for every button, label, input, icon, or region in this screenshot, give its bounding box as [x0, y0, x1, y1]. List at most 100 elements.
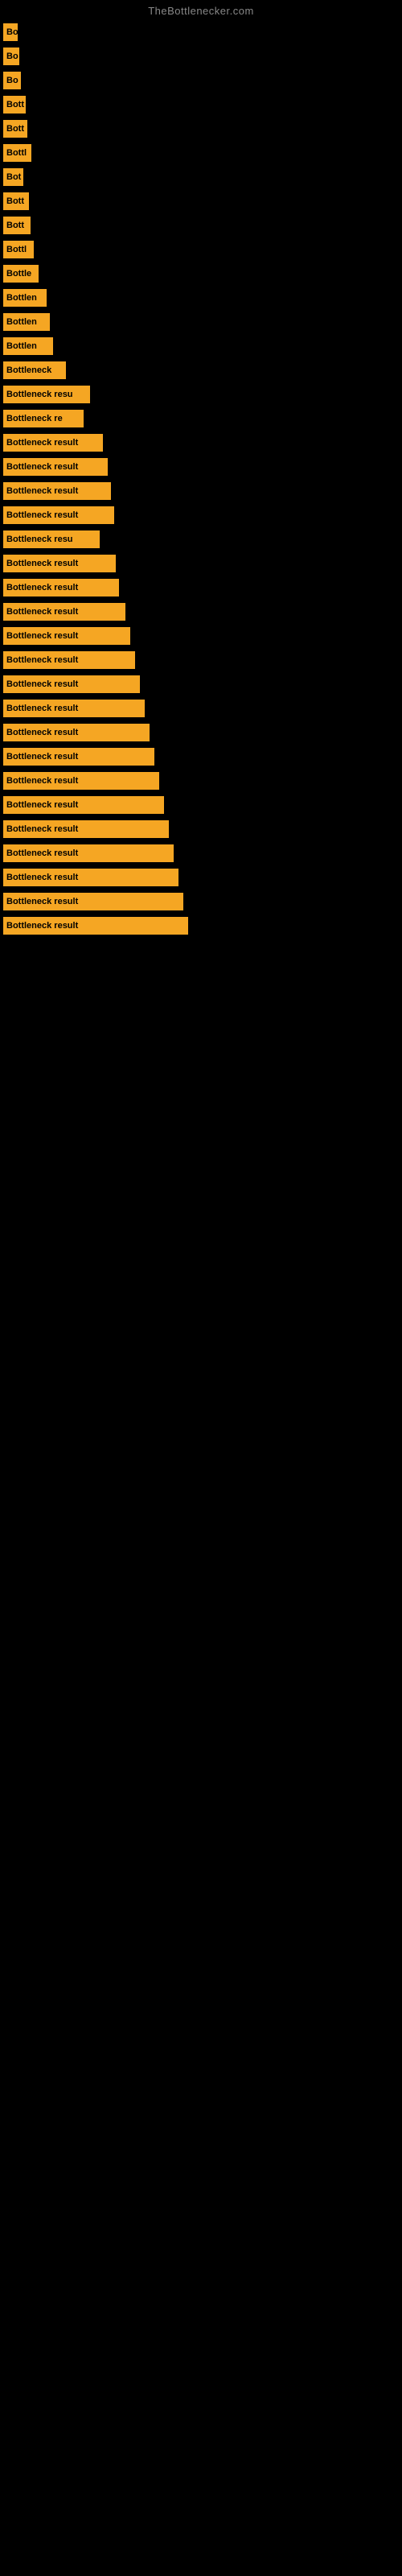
bars-container: Bo Bo Bo Bott Bott Bottl Bot Bott Bott Bottl Bottl…: [0, 20, 402, 938]
bar-8: Bott: [3, 217, 31, 234]
bar-17: Bottleneck result: [3, 434, 103, 452]
bar-row: Bottleneck result: [3, 793, 402, 817]
bar-label-28: Bottleneck result: [6, 704, 78, 713]
bar-label-10: Bottle: [6, 269, 31, 279]
bar-label-30: Bottleneck result: [6, 752, 78, 762]
bar-33: Bottleneck result: [3, 820, 169, 838]
bar-row: Bottl: [3, 237, 402, 262]
bar-21: Bottleneck resu: [3, 530, 100, 548]
bar-label-5: Bottl: [6, 148, 27, 158]
bar-23: Bottleneck result: [3, 579, 119, 597]
bar-label-13: Bottlen: [6, 341, 37, 351]
bar-label-2: Bo: [6, 76, 18, 85]
bar-row: Bottleneck result: [3, 720, 402, 745]
bar-31: Bottleneck result: [3, 772, 159, 790]
bar-row: Bott: [3, 117, 402, 141]
bar-row: Bott: [3, 93, 402, 117]
bar-label-24: Bottleneck result: [6, 607, 78, 617]
bar-label-26: Bottleneck result: [6, 655, 78, 665]
bar-row: Bottleneck result: [3, 503, 402, 527]
bar-20: Bottleneck result: [3, 506, 114, 524]
bar-row: Bottleneck: [3, 358, 402, 382]
bar-label-21: Bottleneck resu: [6, 535, 73, 544]
bar-18: Bottleneck result: [3, 458, 108, 476]
bar-row: Bo: [3, 68, 402, 93]
bar-15: Bottleneck resu: [3, 386, 90, 403]
bar-row: Bottleneck result: [3, 600, 402, 624]
bar-12: Bottlen: [3, 313, 50, 331]
bar-label-9: Bottl: [6, 245, 27, 254]
bar-32: Bottleneck result: [3, 796, 164, 814]
bar-label-34: Bottleneck result: [6, 848, 78, 858]
bar-row: Bottleneck result: [3, 455, 402, 479]
bar-row: Bottleneck result: [3, 841, 402, 865]
bar-row: Bottleneck re: [3, 407, 402, 431]
bar-0: Bo: [3, 23, 18, 41]
bar-row: Bottleneck result: [3, 769, 402, 793]
bar-label-16: Bottleneck re: [6, 414, 63, 423]
bar-22: Bottleneck result: [3, 555, 116, 572]
bar-2: Bo: [3, 72, 21, 89]
bar-label-31: Bottleneck result: [6, 776, 78, 786]
bar-label-23: Bottleneck result: [6, 583, 78, 592]
bar-label-11: Bottlen: [6, 293, 37, 303]
bar-label-0: Bo: [6, 27, 18, 37]
bar-row: Bottleneck result: [3, 890, 402, 914]
bar-row: Bottleneck result: [3, 672, 402, 696]
bar-label-4: Bott: [6, 124, 24, 134]
bar-24: Bottleneck result: [3, 603, 125, 621]
bar-3: Bott: [3, 96, 26, 114]
bar-label-12: Bottlen: [6, 317, 37, 327]
bar-label-25: Bottleneck result: [6, 631, 78, 641]
bar-label-7: Bott: [6, 196, 24, 206]
bar-label-19: Bottleneck result: [6, 486, 78, 496]
bar-label-20: Bottleneck result: [6, 510, 78, 520]
bar-row: Bottleneck result: [3, 576, 402, 600]
bar-label-27: Bottleneck result: [6, 679, 78, 689]
bar-16: Bottleneck re: [3, 410, 84, 427]
bar-row: Bottleneck result: [3, 696, 402, 720]
bar-row: Bottleneck result: [3, 745, 402, 769]
bar-row: Bottleneck resu: [3, 527, 402, 551]
bar-7: Bott: [3, 192, 29, 210]
bar-label-37: Bottleneck result: [6, 921, 78, 931]
bar-label-35: Bottleneck result: [6, 873, 78, 882]
bar-label-22: Bottleneck result: [6, 559, 78, 568]
bar-row: Bott: [3, 213, 402, 237]
bar-27: Bottleneck result: [3, 675, 140, 693]
bar-row: Bottleneck result: [3, 624, 402, 648]
bar-label-32: Bottleneck result: [6, 800, 78, 810]
bar-13: Bottlen: [3, 337, 53, 355]
bar-row: Bottlen: [3, 286, 402, 310]
bar-9: Bottl: [3, 241, 34, 258]
bar-label-1: Bo: [6, 52, 18, 61]
bar-row: Bottleneck result: [3, 551, 402, 576]
bar-36: Bottleneck result: [3, 893, 183, 910]
bar-row: Bottleneck result: [3, 865, 402, 890]
bar-label-8: Bott: [6, 221, 24, 230]
bar-row: Bottlen: [3, 310, 402, 334]
bar-6: Bot: [3, 168, 23, 186]
bar-row: Bot: [3, 165, 402, 189]
bar-14: Bottleneck: [3, 361, 66, 379]
bar-30: Bottleneck result: [3, 748, 154, 766]
bar-row: Bottleneck result: [3, 431, 402, 455]
bar-row: Bottleneck result: [3, 648, 402, 672]
bar-4: Bott: [3, 120, 27, 138]
bar-25: Bottleneck result: [3, 627, 130, 645]
bar-10: Bottle: [3, 265, 39, 283]
bar-row: Bottleneck result: [3, 479, 402, 503]
bar-row: Bottleneck result: [3, 817, 402, 841]
bar-label-18: Bottleneck result: [6, 462, 78, 472]
bar-28: Bottleneck result: [3, 700, 145, 717]
bar-label-6: Bot: [6, 172, 21, 182]
bar-row: Bo: [3, 20, 402, 44]
bar-26: Bottleneck result: [3, 651, 135, 669]
bar-1: Bo: [3, 47, 19, 65]
bar-row: Bottlen: [3, 334, 402, 358]
bar-5: Bottl: [3, 144, 31, 162]
bar-label-36: Bottleneck result: [6, 897, 78, 906]
site-title: TheBottlenecker.com: [0, 0, 402, 20]
bar-row: Bottle: [3, 262, 402, 286]
bar-35: Bottleneck result: [3, 869, 178, 886]
